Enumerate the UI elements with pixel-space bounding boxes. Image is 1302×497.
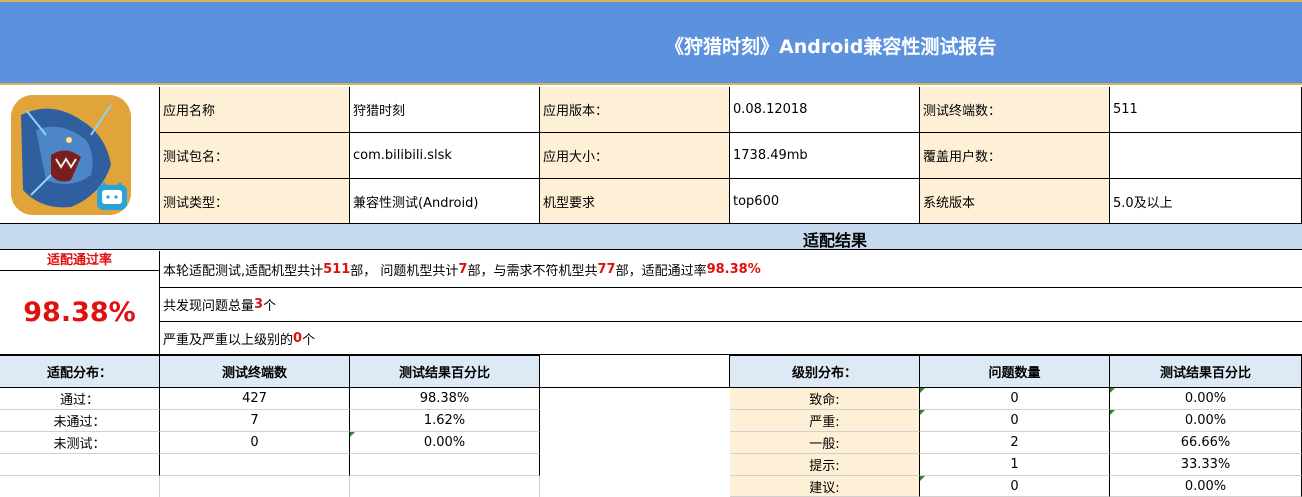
app-logo-cell <box>0 87 160 224</box>
app-name-value: 狩猎时刻 <box>350 87 540 133</box>
level-row-label: 提示: <box>730 454 920 476</box>
summary-text: 个 <box>263 299 277 314</box>
issue-count: 3 <box>254 297 264 312</box>
summary-text: 个 <box>302 332 316 348</box>
pass-rate-label: 适配通过率 <box>0 251 160 271</box>
app-size-label: 应用大小： <box>540 133 730 179</box>
mismatch-devices: 77 <box>597 261 616 277</box>
dist-header-count: 测试终端数 <box>160 355 350 388</box>
user-coverage-value <box>1110 133 1302 179</box>
level-row-count: 0 <box>920 388 1110 410</box>
dist-header-type: 适配分布： <box>0 355 160 388</box>
level-row-percent: 0.00% <box>1110 476 1302 497</box>
os-version-label: 系统版本 <box>920 179 1110 224</box>
severe-count: 0 <box>293 330 303 346</box>
os-version-value: 5.0及以上 <box>1110 179 1302 224</box>
dist-row-percent: 1.62% <box>350 410 540 432</box>
level-row-label: 一般: <box>730 432 920 454</box>
package-label: 测试包名： <box>160 133 350 179</box>
pass-rate-value: 98.38% <box>0 271 160 355</box>
level-row-count: 0 <box>920 410 1110 432</box>
summary-text: 本轮适配测试,适配机型共计 <box>163 263 324 279</box>
dist-row-count: 7 <box>160 410 350 432</box>
summary-pass-rate: 98.38% <box>706 261 761 277</box>
summary-text: 共发现问题总量 <box>163 299 255 314</box>
level-header-count: 问题数量 <box>920 355 1110 388</box>
total-devices: 511 <box>323 261 351 277</box>
level-row-label: 严重: <box>730 410 920 432</box>
empty-cell <box>160 454 350 476</box>
device-count-value: 511 <box>1110 87 1302 133</box>
dist-row-percent: 98.38% <box>350 388 540 410</box>
summary-line-severe: 严重及严重以上级别的 0 个 <box>160 322 1302 355</box>
app-size-value: 1738.49mb <box>730 133 920 179</box>
device-req-value: top600 <box>730 179 920 224</box>
app-version-label: 应用版本： <box>540 87 730 133</box>
problem-devices: 7 <box>458 261 468 277</box>
app-name-label: 应用名称 <box>160 87 350 133</box>
level-row-count: 2 <box>920 432 1110 454</box>
level-row-label: 致命: <box>730 388 920 410</box>
dist-header-percent: 测试结果百分比 <box>350 355 540 388</box>
dist-row-count: 427 <box>160 388 350 410</box>
dist-row-label: 通过： <box>0 388 160 410</box>
app-info-table: 应用名称 狩猎时刻 应用版本： 0.08.12018 测试终端数： 511 测试… <box>0 87 1302 224</box>
empty-cell <box>350 476 540 497</box>
summary-text: 部，与需求不符机型共 <box>467 263 598 279</box>
results-section-header: 适配结果 <box>0 224 1302 250</box>
dist-row-count: 0 <box>160 432 350 454</box>
summary-line-devices: 本轮适配测试,适配机型共计 511 部， 问题机型共计 7 部，与需求不符机型共 77 部，… <box>160 251 1302 288</box>
summary-text: 严重及严重以上级别的 <box>163 332 294 348</box>
dist-row-percent: 0.00% <box>350 432 540 454</box>
device-req-label: 机型要求 <box>540 179 730 224</box>
dist-row-label: 未通过： <box>0 410 160 432</box>
summary-text: 部，适配通过率 <box>615 263 707 279</box>
summary-text: 部， 问题机型共计 <box>350 263 459 279</box>
report-header: 《狩猎时刻》Android兼容性测试报告 <box>0 0 1302 85</box>
level-row-count: 1 <box>920 454 1110 476</box>
empty-cell <box>0 454 160 476</box>
spacer-cell <box>540 355 730 388</box>
level-header-type: 级别分布： <box>730 355 920 388</box>
test-type-value: 兼容性测试(Android) <box>350 179 540 224</box>
device-count-label: 测试终端数： <box>920 87 1110 133</box>
empty-cell <box>160 476 350 497</box>
level-header-percent: 测试结果百分比 <box>1110 355 1302 388</box>
level-row-percent: 33.33% <box>1110 454 1302 476</box>
dist-row-label: 未测试： <box>0 432 160 454</box>
level-row-percent: 0.00% <box>1110 410 1302 432</box>
report-title: 《狩猎时刻》Android兼容性测试报告 <box>665 36 997 58</box>
empty-cell <box>350 454 540 476</box>
summary-line-issues: 共发现问题总量 3 个 <box>160 288 1302 322</box>
level-row-percent: 0.00% <box>1110 388 1302 410</box>
app-logo-icon <box>11 95 131 215</box>
level-row-count: 0 <box>920 476 1110 497</box>
user-coverage-label: 覆盖用户数： <box>920 133 1110 179</box>
level-row-label: 建议: <box>730 476 920 497</box>
results-section-title: 适配结果 <box>803 231 868 250</box>
app-version-value: 0.08.12018 <box>730 87 920 133</box>
test-type-label: 测试类型： <box>160 179 350 224</box>
empty-cell <box>0 476 160 497</box>
level-row-percent: 66.66% <box>1110 432 1302 454</box>
package-value: com.bilibili.slsk <box>350 133 540 179</box>
